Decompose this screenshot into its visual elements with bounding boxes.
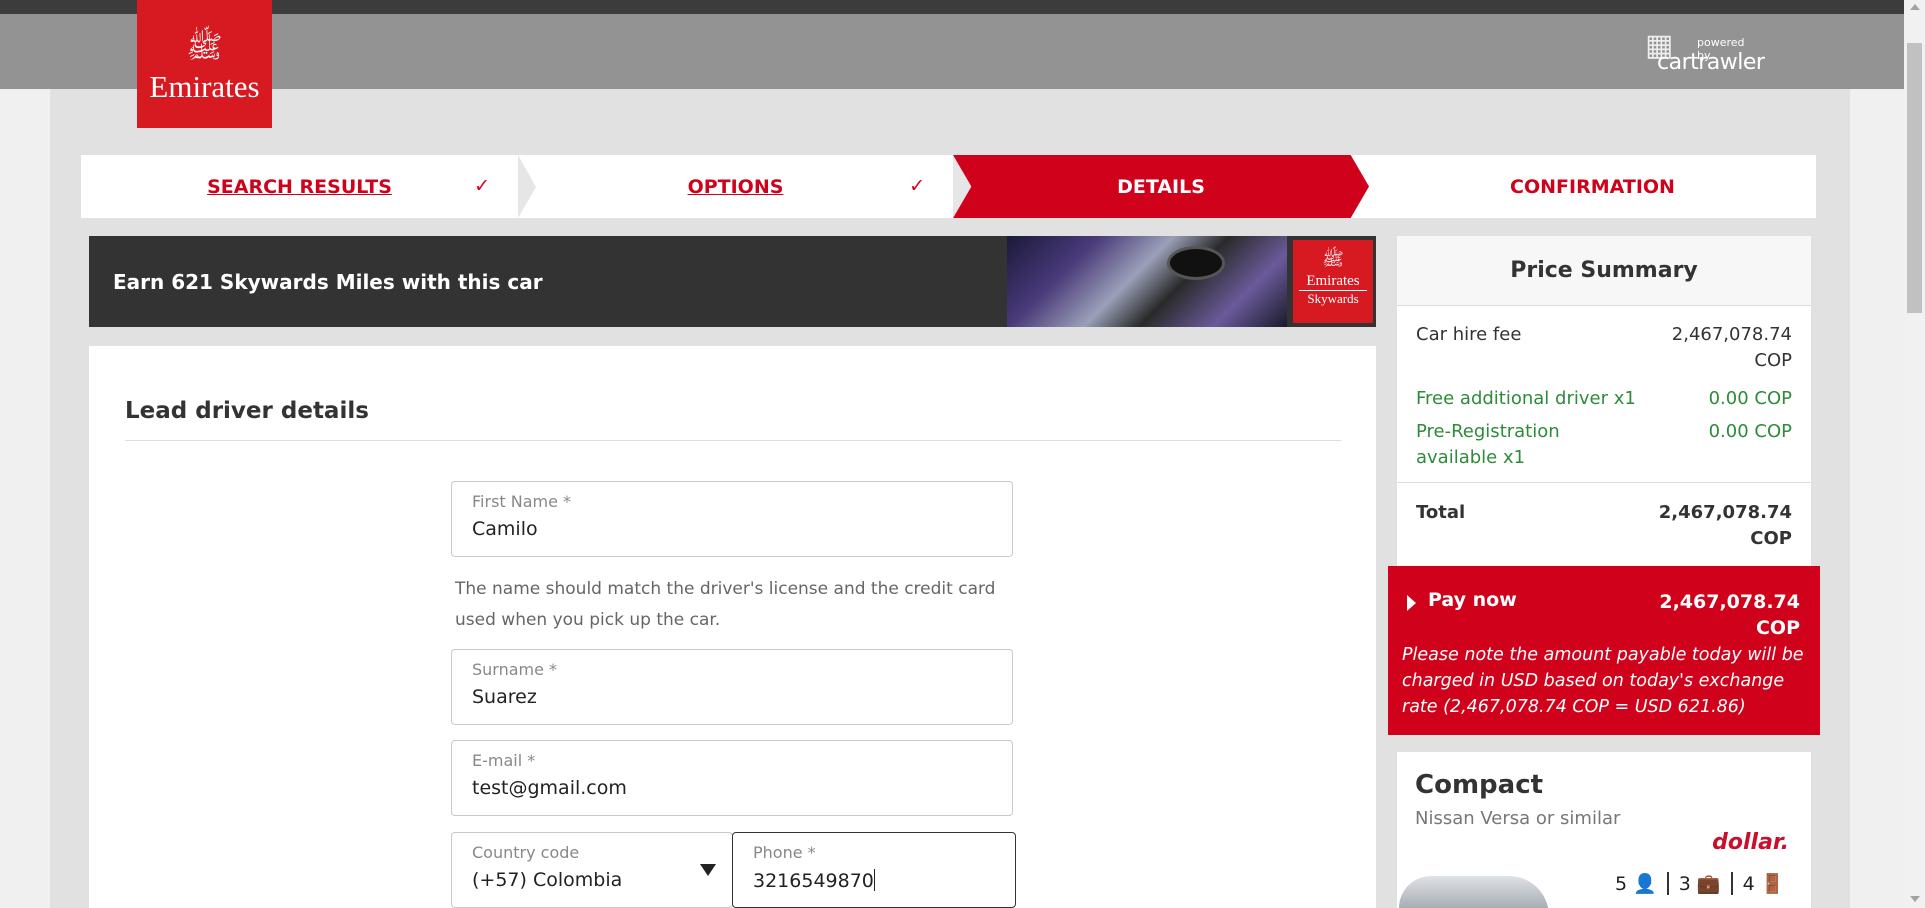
country-code-value: (+57) Colombia bbox=[472, 869, 623, 891]
country-code-label: Country code bbox=[472, 843, 580, 862]
banner-text: Earn 621 Skywards Miles with this car bbox=[113, 270, 543, 294]
bags-spec: 3 💼 bbox=[1666, 872, 1731, 895]
price-summary: Price Summary Car hire fee 2,467,078.74 … bbox=[1397, 236, 1811, 571]
skywards-logo-line2: Skywards bbox=[1299, 290, 1367, 306]
phone-field[interactable]: Phone * 3216549870 bbox=[732, 832, 1016, 908]
car-model: Nissan Versa or similar bbox=[1415, 808, 1621, 829]
skywards-logo-line1: Emirates bbox=[1306, 273, 1360, 289]
emirates-logo-glyph: ﷺ bbox=[186, 30, 223, 65]
car-category: Compact bbox=[1415, 770, 1544, 800]
cartrawler-logo: ▦ powered by cartrawler bbox=[1645, 26, 1765, 76]
country-code-select[interactable]: Country code (+57) Colombia bbox=[451, 832, 733, 908]
step-separator bbox=[518, 155, 536, 218]
form-heading: Lead driver details bbox=[125, 398, 369, 424]
email-field[interactable]: E-mail * test@gmail.com bbox=[451, 740, 1013, 816]
pay-now-amount: 2,467,078.74 COP bbox=[1659, 591, 1800, 639]
skywards-logo: ﷺ Emirates Skywards bbox=[1293, 240, 1373, 323]
price-row-amount: 2,467,078.74 COP bbox=[1671, 324, 1792, 371]
surname-label: Surname * bbox=[472, 660, 558, 679]
cartrawler-name: cartrawler bbox=[1657, 50, 1765, 75]
skywards-banner: Earn 621 Skywards Miles with this car ﷺ … bbox=[89, 236, 1376, 327]
doors-spec: 4 🚪 bbox=[1730, 872, 1795, 895]
phone-value: 3216549870 bbox=[753, 870, 874, 892]
step-options[interactable]: OPTIONS ✓ bbox=[518, 155, 971, 218]
price-summary-title: Price Summary bbox=[1397, 236, 1811, 306]
banner-car-image bbox=[1007, 236, 1287, 327]
step-label: CONFIRMATION bbox=[1510, 175, 1675, 198]
car-card: Compact Nissan Versa or similar dollar. … bbox=[1397, 752, 1811, 908]
exchange-rate-note: Please note the amount payable today wil… bbox=[1402, 645, 1804, 717]
check-icon: ✓ bbox=[909, 175, 925, 197]
dropdown-arrow-icon bbox=[700, 864, 716, 876]
price-row-amount: 0.00 COP bbox=[1708, 388, 1792, 409]
vertical-scrollbar[interactable] bbox=[1904, 0, 1925, 908]
expand-triangle-icon bbox=[1407, 595, 1416, 611]
email-label: E-mail * bbox=[472, 751, 536, 770]
site-header bbox=[0, 14, 1904, 89]
surname-value: Suarez bbox=[472, 686, 537, 708]
total-amount: 2,467,078.74 COP bbox=[1658, 502, 1792, 549]
skywards-glyph: ﷺ bbox=[1322, 249, 1344, 270]
price-row-label: Car hire fee bbox=[1416, 324, 1522, 345]
scroll-down-icon[interactable] bbox=[1910, 896, 1920, 902]
scroll-thumb[interactable] bbox=[1907, 43, 1922, 313]
first-name-label: First Name * bbox=[472, 492, 572, 511]
step-search-results[interactable]: SEARCH RESULTS ✓ bbox=[81, 155, 536, 218]
text-cursor bbox=[873, 869, 875, 891]
first-name-field[interactable]: First Name * Camilo bbox=[451, 481, 1013, 557]
pay-now-label: Pay now bbox=[1428, 589, 1517, 611]
step-confirmation: CONFIRMATION bbox=[1369, 155, 1816, 218]
supplier-logo: dollar. bbox=[1712, 830, 1789, 855]
step-label: OPTIONS bbox=[687, 175, 784, 198]
mirror-shape bbox=[1167, 246, 1225, 280]
emirates-logo[interactable]: ﷺ Emirates bbox=[137, 0, 272, 128]
phone-label: Phone * bbox=[753, 843, 816, 862]
seats-spec: 5 👤 bbox=[1615, 873, 1657, 895]
name-hint: The name should match the driver's licen… bbox=[455, 579, 996, 630]
check-icon: ✓ bbox=[474, 175, 490, 197]
top-strip bbox=[0, 0, 1904, 14]
step-label: SEARCH RESULTS bbox=[207, 175, 392, 198]
scroll-up-icon[interactable] bbox=[1910, 4, 1920, 10]
price-row-label: Free additional driver x1 bbox=[1416, 388, 1636, 409]
email-value: test@gmail.com bbox=[472, 777, 627, 799]
surname-field[interactable]: Surname * Suarez bbox=[451, 649, 1013, 725]
step-details: DETAILS bbox=[953, 155, 1369, 218]
pay-now-panel[interactable]: Pay now 2,467,078.74 COP Please note the… bbox=[1388, 566, 1820, 735]
total-label: Total bbox=[1416, 502, 1466, 523]
phone-value-wrap: 3216549870 bbox=[753, 869, 875, 892]
divider bbox=[125, 440, 1341, 441]
price-row-label: Pre-Registration available x1 bbox=[1416, 421, 1560, 468]
step-separator bbox=[953, 155, 971, 218]
progress-steps: SEARCH RESULTS ✓ OPTIONS ✓ DETAILS CONFI… bbox=[81, 155, 1816, 218]
step-label: DETAILS bbox=[1117, 175, 1205, 198]
price-row-amount: 0.00 COP bbox=[1708, 421, 1792, 442]
divider bbox=[1397, 482, 1811, 483]
emirates-logo-word: Emirates bbox=[149, 69, 260, 104]
first-name-value: Camilo bbox=[472, 518, 538, 540]
car-specs: 5 👤 3 💼 4 🚪 bbox=[1605, 872, 1794, 895]
car-image bbox=[1399, 876, 1549, 908]
lead-driver-form: Lead driver details First Name * Camilo … bbox=[89, 346, 1376, 908]
